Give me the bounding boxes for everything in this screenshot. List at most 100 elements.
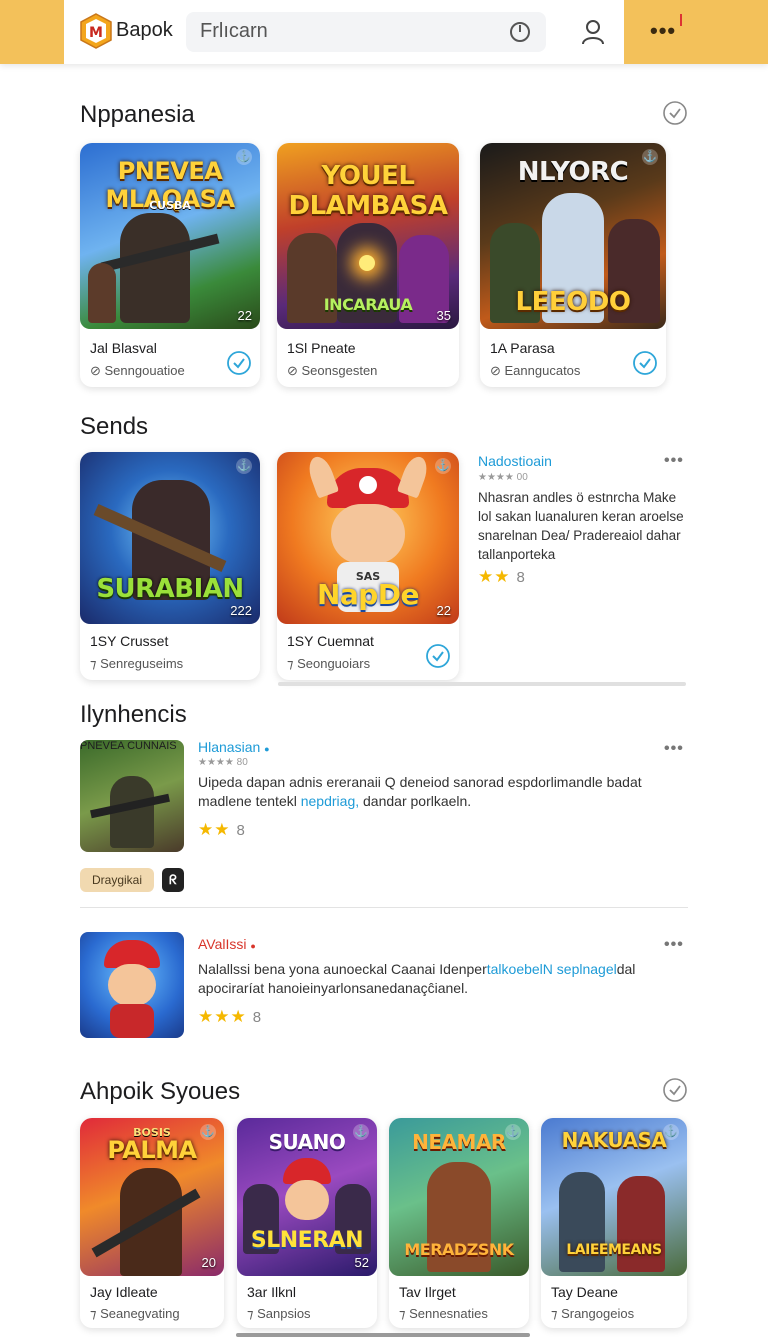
card-subtitle: ⁊ Sanpsios (247, 1306, 311, 1321)
check-circle-icon[interactable] (226, 350, 252, 376)
list-thumbnail[interactable] (80, 932, 184, 1038)
section-title: Sends (80, 413, 149, 440)
list-item-title[interactable]: AValIssi ● (198, 936, 256, 952)
list-item-meta: ★★★★ 80 (198, 757, 248, 768)
game-cover[interactable]: YOUEL DLAMBASA INCARAUA 35 (277, 143, 459, 329)
game-cover[interactable]: NEAMAR MERADZSNK ⚓ (389, 1118, 529, 1276)
game-cover[interactable]: BOSIS PALMA ⚓ 20 (80, 1118, 224, 1276)
cover-number: 52 (354, 1255, 369, 1270)
card-subtitle: ⁊ Seanegvating (90, 1306, 180, 1321)
game-card[interactable]: SUANO SLNERAN ⚓ 52 3ar Ilknl ⁊ Sanpsios (237, 1118, 377, 1328)
svg-text:M: M (89, 25, 103, 41)
cover-number: 22 (436, 603, 451, 618)
cover-badge-icon: ⚓ (642, 149, 658, 165)
card-subtitle: ⊘ Senngouatioe (90, 363, 185, 378)
check-circle-icon[interactable] (662, 100, 688, 126)
cover-tag: SLNERAN (250, 1228, 364, 1253)
cover-headline: NLYORC (517, 157, 629, 187)
header-accent-left (0, 0, 64, 64)
cover-badge-icon: ⚓ (663, 1124, 679, 1140)
check-circle-icon[interactable] (425, 643, 451, 669)
card-title: 1SY Cuemnat (287, 633, 374, 649)
logo-icon[interactable]: M (80, 13, 112, 49)
more-icon[interactable]: ••• (650, 20, 676, 42)
horizontal-scrollbar[interactable] (236, 1333, 530, 1337)
section-title: Ilynhencis (80, 701, 187, 728)
game-card[interactable]: YOUEL DLAMBASA INCARAUA 35 1Sl Pneate ⊘ … (277, 143, 459, 387)
more-icon[interactable]: ••• (664, 452, 684, 470)
clock-icon[interactable] (508, 20, 532, 44)
cover-number: 20 (201, 1255, 216, 1270)
game-card[interactable]: BOSIS PALMA ⚓ 20 Jay Idleate ⁊ Seanegvat… (80, 1118, 224, 1328)
card-subtitle: ⊘ Seonsgesten (287, 363, 378, 378)
rating-stars: ★★ 8 (198, 820, 246, 839)
more-icon[interactable]: ••• (664, 936, 684, 954)
more-icon[interactable]: ••• (664, 740, 684, 758)
game-card[interactable]: SURABIAN ⚓ 222 1SY Crusset ⁊ Senreguseim… (80, 452, 260, 680)
side-item-title[interactable]: Nadostioain (478, 453, 552, 469)
app-icon[interactable]: ᖇ (162, 868, 184, 892)
check-circle-icon[interactable] (662, 1077, 688, 1103)
cover-number: 35 (436, 308, 451, 323)
cover-badge-icon: ⚓ (353, 1124, 369, 1140)
thumb-headline: PNEVEA CUNNAIS (80, 740, 177, 752)
card-subtitle: ⁊ Srangogeios (551, 1306, 635, 1321)
rating-stars: ★★★ 8 (198, 1007, 263, 1026)
cover-badge-icon: ⚓ (200, 1124, 216, 1140)
side-item-meta: ★★★★ 00 (478, 472, 528, 483)
search-field[interactable]: Frlıcarn (186, 12, 546, 52)
game-card[interactable]: NEAMAR MERADZSNK ⚓ Tav Ilrget ⁊ Sennesna… (389, 1118, 529, 1328)
card-title: Tav Ilrget (399, 1284, 456, 1300)
game-cover[interactable]: NLYORC LEEODO ⚓ (480, 143, 666, 329)
card-title: 1Sl Pneate (287, 340, 356, 356)
card-title: 1SY Crusset (90, 633, 169, 649)
game-cover[interactable]: SURABIAN ⚓ 222 (80, 452, 260, 624)
game-card[interactable]: PNEVEA MLAQASA CUSBA ⚓ 22 Jal Blasval ⊘ … (80, 143, 260, 387)
header-accent-right (624, 0, 768, 64)
game-cover[interactable]: PNEVEA MLAQASA CUSBA ⚓ 22 (80, 143, 260, 329)
cover-number: 22 (237, 308, 252, 323)
cover-tag: CUSBA (149, 199, 191, 212)
game-card[interactable]: NAKUASA LAIEEMEANS ⚓ Tay Deane ⁊ Srangog… (541, 1118, 687, 1328)
check-circle-icon[interactable] (632, 350, 658, 376)
card-subtitle: ⁊ Senreguseims (90, 656, 184, 671)
cover-headline: YOUEL DLAMBASA (288, 161, 448, 221)
game-cover[interactable]: NAKUASA LAIEEMEANS ⚓ (541, 1118, 687, 1276)
game-cover[interactable]: SAS NapDe ⚓ 22 (277, 452, 459, 624)
cover-badge-icon: ⚓ (435, 458, 451, 474)
cover-badge-icon: ⚓ (505, 1124, 521, 1140)
top-bar: M Bapok Frlıcarn ••• (0, 0, 768, 64)
card-subtitle: ⁊ Seonguoiars (287, 656, 371, 671)
notification-indicator (680, 14, 682, 26)
side-item-description: Nhasran andles ö estnrcha Make lol sakan… (478, 490, 684, 562)
rating-stars: ★★ 8 (478, 567, 526, 586)
list-item-description: Nalallssi bena yona aunoeckal Caanai Ide… (198, 961, 636, 996)
genre-tag[interactable]: Draygikai (80, 868, 154, 892)
card-title: Jal Blasval (90, 340, 157, 356)
cover-tag: MERADZSNK (404, 1240, 514, 1259)
cover-tag: INCARAUA (323, 295, 413, 314)
cover-badge-icon: ⚓ (236, 149, 252, 165)
game-card[interactable]: NLYORC LEEODO ⚓ 1A Parasa ⊘ Eanngucatos (480, 143, 666, 387)
horizontal-scrollbar[interactable] (278, 682, 686, 686)
game-card[interactable]: SAS NapDe ⚓ 22 1SY Cuemnat ⁊ Seonguoiars (277, 452, 459, 680)
card-title: Tay Deane (551, 1284, 618, 1300)
cover-number: 222 (230, 603, 252, 618)
section-title: Ahpoik Syoues (80, 1078, 241, 1105)
card-title: 1A Parasa (490, 340, 555, 356)
search-input[interactable]: Frlıcarn (200, 20, 268, 43)
card-title: Jay Idleate (90, 1284, 158, 1300)
game-cover[interactable]: SUANO SLNERAN ⚓ 52 (237, 1118, 377, 1276)
cover-tag: LAIEEMEANS (566, 1242, 662, 1258)
cover-headline: SURABIAN (96, 574, 244, 604)
card-title: 3ar Ilknl (247, 1284, 297, 1300)
cover-headline: PALMA (107, 1136, 197, 1164)
user-icon[interactable] (580, 18, 606, 46)
cover-tag: LEEODO (515, 287, 631, 317)
list-item-description: Uipeda dapan adnis ereranaii Q deneiod s… (198, 774, 642, 809)
card-subtitle: ⁊ Sennesnaties (399, 1306, 488, 1321)
brand-name: Bapok (116, 19, 173, 41)
cover-badge-icon: ⚓ (236, 458, 252, 474)
list-item-title[interactable]: Hlanasian ● (198, 739, 270, 755)
list-thumbnail[interactable]: PNEVEA CUNNAIS (80, 740, 184, 852)
